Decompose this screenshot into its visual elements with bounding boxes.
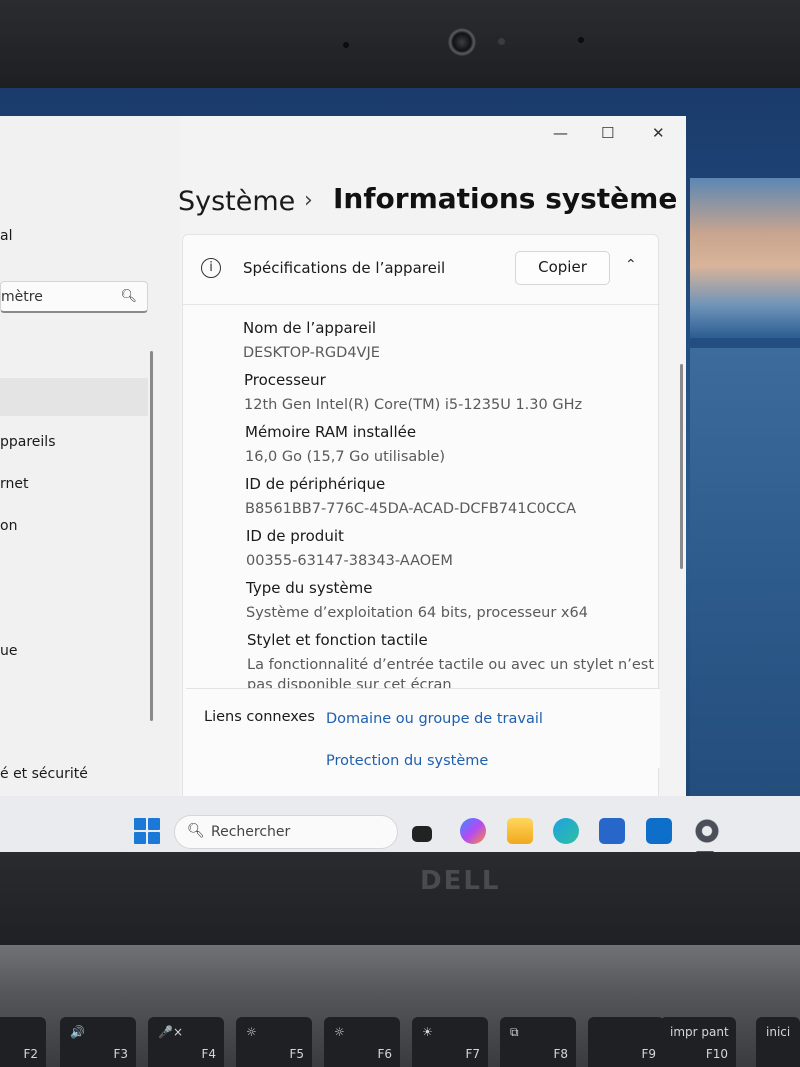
page-title: Informations système [333,182,678,215]
spec-value: 00355-63147-38343-AAOEM [246,553,453,569]
spec-value: DESKTOP-RGD4VJE [243,345,380,361]
spec-label: ID de périphérique [245,475,386,493]
settings-search-input[interactable]: mètre 🔍︎ [0,281,148,313]
search-placeholder: mètre [1,289,43,305]
key-label: F10 [705,1047,728,1061]
settings-gear-icon[interactable] [694,818,720,844]
breadcrumb-system[interactable]: Système [178,186,295,217]
key-label: F9 [641,1047,656,1061]
info-icon: i [201,258,221,278]
spec-label: Stylet et fonction tactile [247,631,428,649]
spec-label: ID de produit [246,527,344,545]
key-label: F6 [377,1047,392,1061]
start-icon-pane [148,818,160,830]
task-view-icon[interactable] [412,826,432,842]
key-f4[interactable]: 🎤× F4 [148,1017,224,1067]
nav-item-devices[interactable]: ppareils [0,434,56,450]
spec-value: La fonctionnalité d’entrée tactile ou av… [247,657,655,673]
nav-account-text: al [0,228,13,244]
outlook-new-icon[interactable] [646,818,672,844]
link-domain-workgroup[interactable]: Domaine ou groupe de travail [326,711,543,727]
search-icon: 🔍︎ [120,289,137,304]
spec-label: Mémoire RAM installée [245,423,417,441]
key-icon: inici [766,1025,791,1039]
related-links-label: Liens connexes [204,709,315,725]
copilot-icon[interactable] [460,818,486,844]
start-icon-pane [148,832,160,844]
settings-window: al mètre 🔍︎ ppareils rnet on ue é et séc… [0,116,686,834]
related-links: Liens connexes Domaine ou groupe de trav… [186,688,660,769]
spec-value: B8561BB7-776C-45DA-ACAD-DCFB741C0CCA [245,501,576,517]
nav-item-system-selected[interactable] [0,378,148,416]
settings-nav: al mètre 🔍︎ ppareils rnet on ue é et séc… [0,116,180,796]
nav-item-privacy-security[interactable]: é et sécurité [0,766,88,782]
sensor-dot [498,38,505,45]
key-icon: ☼ [334,1025,345,1039]
spec-label: Processeur [244,371,326,389]
key-f3[interactable]: 🔊 F3 [60,1017,136,1067]
nav-item-accessibility[interactable]: ue [0,643,18,659]
taskbar-search-placeholder: Rechercher [211,824,291,840]
link-system-protection[interactable]: Protection du système [326,753,488,769]
device-specs-header[interactable]: i Spécifications de l’appareil Copier ⌃ [183,235,660,305]
key-label: F3 [113,1047,128,1061]
taskbar: 🔍︎ Rechercher [0,796,800,856]
laptop-bottom-bezel: DELL [0,852,800,952]
nav-item-network[interactable]: rnet [0,476,29,492]
screen: al mètre 🔍︎ ppareils rnet on ue é et séc… [0,88,800,858]
spec-label: Type du système [246,579,373,597]
key-f2[interactable]: 🔈F2 [0,1017,46,1067]
sensor-dot [343,42,349,48]
photo: al mètre 🔍︎ ppareils rnet on ue é et séc… [0,0,800,1067]
content-scrollbar[interactable] [680,364,683,569]
copy-button[interactable]: Copier [515,251,610,285]
key-label: F5 [289,1047,304,1061]
maximize-button[interactable]: ☐ [601,124,614,142]
key-icon: ☼ [246,1025,257,1039]
key-f5[interactable]: ☼ F5 [236,1017,312,1067]
key-label: F7 [465,1047,480,1061]
dell-logo: DELL [420,866,501,896]
chevron-up-icon[interactable]: ⌃ [625,257,637,273]
wallpaper-lake [690,348,800,798]
webcam [448,28,476,56]
key-label: F2 [23,1047,38,1061]
nav-item-personalization[interactable]: on [0,518,17,534]
key-icon: 🎤× [158,1025,183,1039]
spec-label: Nom de l’appareil [243,319,377,337]
device-specs-title: Spécifications de l’appareil [243,259,446,277]
file-explorer-icon[interactable] [507,818,533,844]
key-icon: 🔊 [70,1025,85,1039]
nav-scrollbar[interactable] [150,351,153,721]
taskbar-search[interactable]: 🔍︎ Rechercher [174,815,398,849]
search-icon: 🔍︎ [187,823,205,839]
key-icon: impr pant [670,1025,729,1039]
key-f6[interactable]: ☼ F6 [324,1017,400,1067]
key-home[interactable]: inici [756,1017,800,1067]
key-icon: ☀ [422,1025,433,1039]
store-icon[interactable] [599,818,625,844]
start-icon-pane [134,832,146,844]
key-f10[interactable]: impr pant F10 [660,1017,736,1067]
start-button[interactable] [134,818,160,844]
sensor-dot [578,37,584,43]
key-icon: ⧉ [510,1025,519,1039]
key-f7[interactable]: ☀ F7 [412,1017,488,1067]
key-f9[interactable]: F9 [588,1017,664,1067]
spec-value: 16,0 Go (15,7 Go utilisable) [245,449,446,465]
spec-value: Système d’exploitation 64 bits, processe… [246,605,588,621]
laptop-top-bezel [0,0,800,100]
breadcrumb-chevron-icon: › [304,188,313,213]
close-button[interactable]: ✕ [652,124,665,142]
spec-value: 12th Gen Intel(R) Core(TM) i5-1235U 1.30… [244,397,583,413]
edge-icon[interactable] [553,818,579,844]
key-f8[interactable]: ⧉ F8 [500,1017,576,1067]
key-label: F8 [553,1047,568,1061]
start-icon-pane [134,818,146,830]
wallpaper-sky [690,178,800,338]
minimize-button[interactable]: — [553,124,568,142]
key-label: F4 [201,1047,216,1061]
